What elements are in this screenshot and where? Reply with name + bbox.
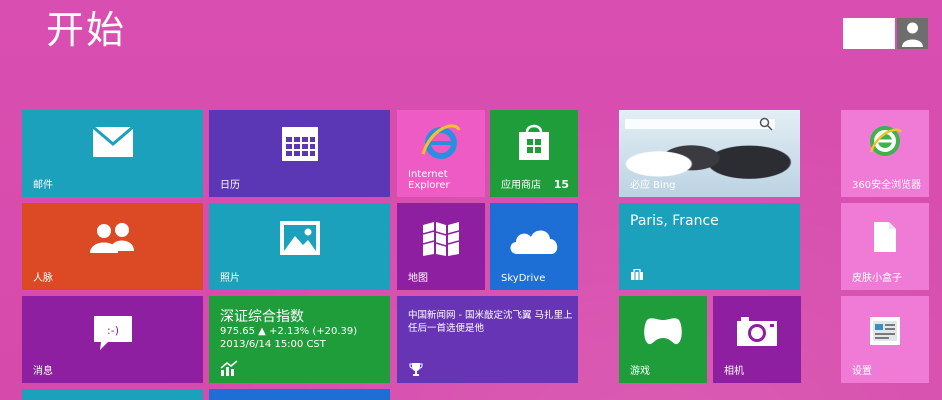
tile-skin-box-label: 皮肤小盒子 xyxy=(852,273,902,284)
finance-index-value: 975.65 ▲ +2.13% (+20.39) xyxy=(220,326,358,337)
tile-partial-bottom-1[interactable] xyxy=(22,389,203,400)
tile-store-label: 应用商店 xyxy=(501,180,541,191)
ie-label-line2: Explorer xyxy=(408,180,450,191)
start-title: 开始 xyxy=(46,8,127,52)
tile-internet-explorer[interactable]: Internet Explorer xyxy=(397,110,485,197)
user-name[interactable] xyxy=(843,18,895,49)
internet-explorer-icon xyxy=(421,124,461,159)
trophy-icon xyxy=(409,363,423,376)
weather-city: Paris, France xyxy=(630,213,719,229)
finance-chart-icon xyxy=(220,360,238,376)
tile-mail-label: 邮件 xyxy=(33,180,53,191)
tile-skydrive[interactable]: SkyDrive xyxy=(490,203,578,290)
tile-maps[interactable]: 地图 xyxy=(397,203,485,290)
tile-store[interactable]: 应用商店 15 xyxy=(490,110,578,197)
news-headline: 中国新闻网 - 国米敲定沈飞翼 马扎里上任后一首选便是他 xyxy=(408,310,573,334)
tile-camera-label: 相机 xyxy=(724,366,744,377)
photos-icon xyxy=(280,221,320,255)
skydrive-cloud-icon xyxy=(510,230,558,254)
tile-calendar[interactable]: 日历 xyxy=(209,110,390,197)
calendar-icon xyxy=(282,127,318,161)
ie-label-line1: Internet xyxy=(408,169,448,180)
tile-games[interactable]: 游戏 xyxy=(619,296,707,383)
svg-text::-): :-) xyxy=(107,324,119,337)
tile-calendar-label: 日历 xyxy=(220,180,240,191)
tile-settings-label: 设置 xyxy=(852,366,872,377)
tile-settings[interactable]: 设置 xyxy=(841,296,929,383)
search-icon xyxy=(759,117,773,131)
tile-maps-label: 地图 xyxy=(408,273,428,284)
tile-people-label: 人脉 xyxy=(33,273,53,284)
bing-search-box[interactable] xyxy=(625,119,775,129)
store-update-badge: 15 xyxy=(553,178,569,191)
360-browser-icon xyxy=(869,126,902,156)
tile-people[interactable]: 人脉 xyxy=(22,203,203,290)
tile-skydrive-label: SkyDrive xyxy=(501,273,546,284)
settings-panel-icon xyxy=(870,317,900,345)
document-icon xyxy=(874,222,896,252)
tile-bing-label: 必应 Bing xyxy=(630,180,676,191)
tile-games-label: 游戏 xyxy=(630,366,650,377)
store-icon xyxy=(519,124,549,160)
camera-icon xyxy=(737,317,777,346)
tile-weather[interactable]: Paris, France xyxy=(619,203,800,290)
tile-partial-bottom-2[interactable] xyxy=(209,389,390,400)
finance-timestamp: 2013/6/14 15:00 CST xyxy=(220,339,326,350)
people-icon xyxy=(90,223,134,253)
tile-360-browser-label: 360安全浏览器 xyxy=(852,180,922,191)
finance-index-title: 深证综合指数 xyxy=(220,309,304,325)
tile-360-browser[interactable]: 360安全浏览器 xyxy=(841,110,929,197)
mail-icon xyxy=(92,126,134,157)
tile-messaging-label: 消息 xyxy=(33,366,53,377)
tile-skin-box[interactable]: 皮肤小盒子 xyxy=(841,203,929,290)
messaging-icon: :-) xyxy=(94,316,132,350)
tile-internet-explorer-label: Internet Explorer xyxy=(408,169,450,191)
tile-finance[interactable]: 深证综合指数 975.65 ▲ +2.13% (+20.39) 2013/6/1… xyxy=(209,296,390,383)
tile-photos[interactable]: 照片 xyxy=(209,203,390,290)
tile-messaging[interactable]: :-) 消息 xyxy=(22,296,203,383)
user-avatar[interactable] xyxy=(897,18,928,49)
user-account[interactable] xyxy=(843,18,928,49)
tile-news[interactable]: 中国新闻网 - 国米敲定沈飞翼 马扎里上任后一首选便是他 xyxy=(397,296,578,383)
tile-mail[interactable]: 邮件 xyxy=(22,110,203,197)
xbox-controller-icon xyxy=(644,318,682,345)
maps-icon xyxy=(422,222,460,256)
tile-bing[interactable]: 必应 Bing xyxy=(619,110,800,197)
weather-briefcase-icon xyxy=(631,269,643,280)
tile-camera[interactable]: 相机 xyxy=(713,296,801,383)
user-icon xyxy=(902,22,923,47)
tile-photos-label: 照片 xyxy=(220,273,240,284)
